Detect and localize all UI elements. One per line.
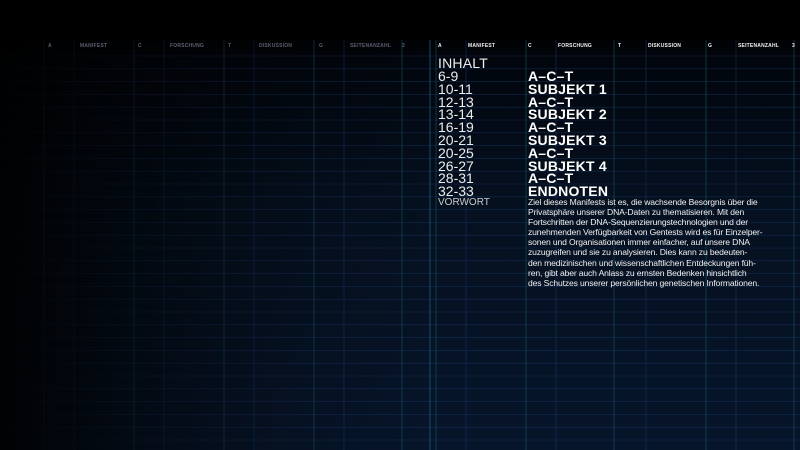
foreword-body: Ziel dieses Manifests ist es, die wachse… bbox=[528, 197, 796, 288]
foreword-line: zuzugreifen und sie zu analysieren. Dies… bbox=[528, 247, 748, 258]
header-right: A MANIFEST C FORSCHUNG T DISKUSSION G SE… bbox=[430, 43, 800, 53]
header-right-item: G bbox=[708, 43, 713, 49]
toc-row: 26-27 SUBJEKT 4 bbox=[438, 159, 778, 173]
foreword-label: VORWORT bbox=[438, 197, 490, 208]
foreword-line: sonen und Organisationen immer einfacher… bbox=[528, 237, 750, 248]
header-left-item: A bbox=[48, 43, 52, 49]
foreword-line: Ziel dieses Manifests ist es, die wachse… bbox=[528, 197, 758, 207]
header-left: A MANIFEST C FORSCHUNG T DISKUSSION G SE… bbox=[0, 43, 430, 53]
header-right-item: MANIFEST bbox=[468, 43, 496, 49]
top-black-band bbox=[0, 0, 800, 40]
toc-row: 16-19 A–C–T bbox=[438, 120, 778, 134]
header-right-item: C bbox=[528, 43, 532, 49]
header-left-item: SEITENANZAHL bbox=[350, 43, 392, 49]
header-left-item: C bbox=[138, 43, 142, 49]
header-right-item: T bbox=[618, 43, 622, 49]
toc-row: 6-9 A–C–T bbox=[438, 69, 778, 83]
header-left-item: DISKUSSION bbox=[259, 43, 293, 49]
foreword-line: Privatsphäre unserer DNA-Daten zu themat… bbox=[528, 207, 745, 218]
foreword-line: des Schutzes unserer persönlichen geneti… bbox=[528, 277, 760, 288]
toc-row: 20-25 A–C–T bbox=[438, 146, 778, 160]
foreword-line: zunehmenden Verfügbarkeit von Gentests w… bbox=[528, 227, 763, 238]
page-spread: A MANIFEST C FORSCHUNG T DISKUSSION G SE… bbox=[0, 0, 800, 450]
header-left-item: T bbox=[228, 43, 232, 49]
toc-row: 28-31 A–C–T bbox=[438, 171, 778, 185]
header-right-item: 3 bbox=[792, 43, 795, 49]
foreword-line: ren, gibt aber auch Anlass zu ernsten Be… bbox=[528, 267, 747, 278]
header-left-item: MANIFEST bbox=[80, 43, 108, 49]
header-right-item: SEITENANZAHL bbox=[738, 43, 780, 49]
toc-row: 20-21 SUBJEKT 3 bbox=[438, 133, 778, 147]
header-right-item: DISKUSSION bbox=[648, 43, 682, 49]
foreword-line: den medizinischen und wissenschaftlichen… bbox=[528, 257, 756, 268]
toc-row: 12-13 A–C–T bbox=[438, 95, 778, 109]
header-left-item: 2 bbox=[402, 43, 405, 49]
header-left-item: FORSCHUNG bbox=[170, 43, 205, 49]
header-right-item: FORSCHUNG bbox=[558, 43, 593, 49]
header-right-item: A bbox=[438, 43, 442, 49]
toc-title: INHALT bbox=[438, 55, 488, 71]
toc-row: 13-14 SUBJEKT 2 bbox=[438, 107, 778, 121]
header-left-item: G bbox=[319, 43, 324, 49]
toc-row: 10-11 SUBJEKT 1 bbox=[438, 82, 778, 96]
foreword-line: Fortschritten der DNA-Sequenzierungstech… bbox=[528, 217, 748, 228]
table-of-contents: INHALT 6-9 A–C–T 10-11 SUBJEKT 1 12-13 A… bbox=[438, 55, 778, 198]
